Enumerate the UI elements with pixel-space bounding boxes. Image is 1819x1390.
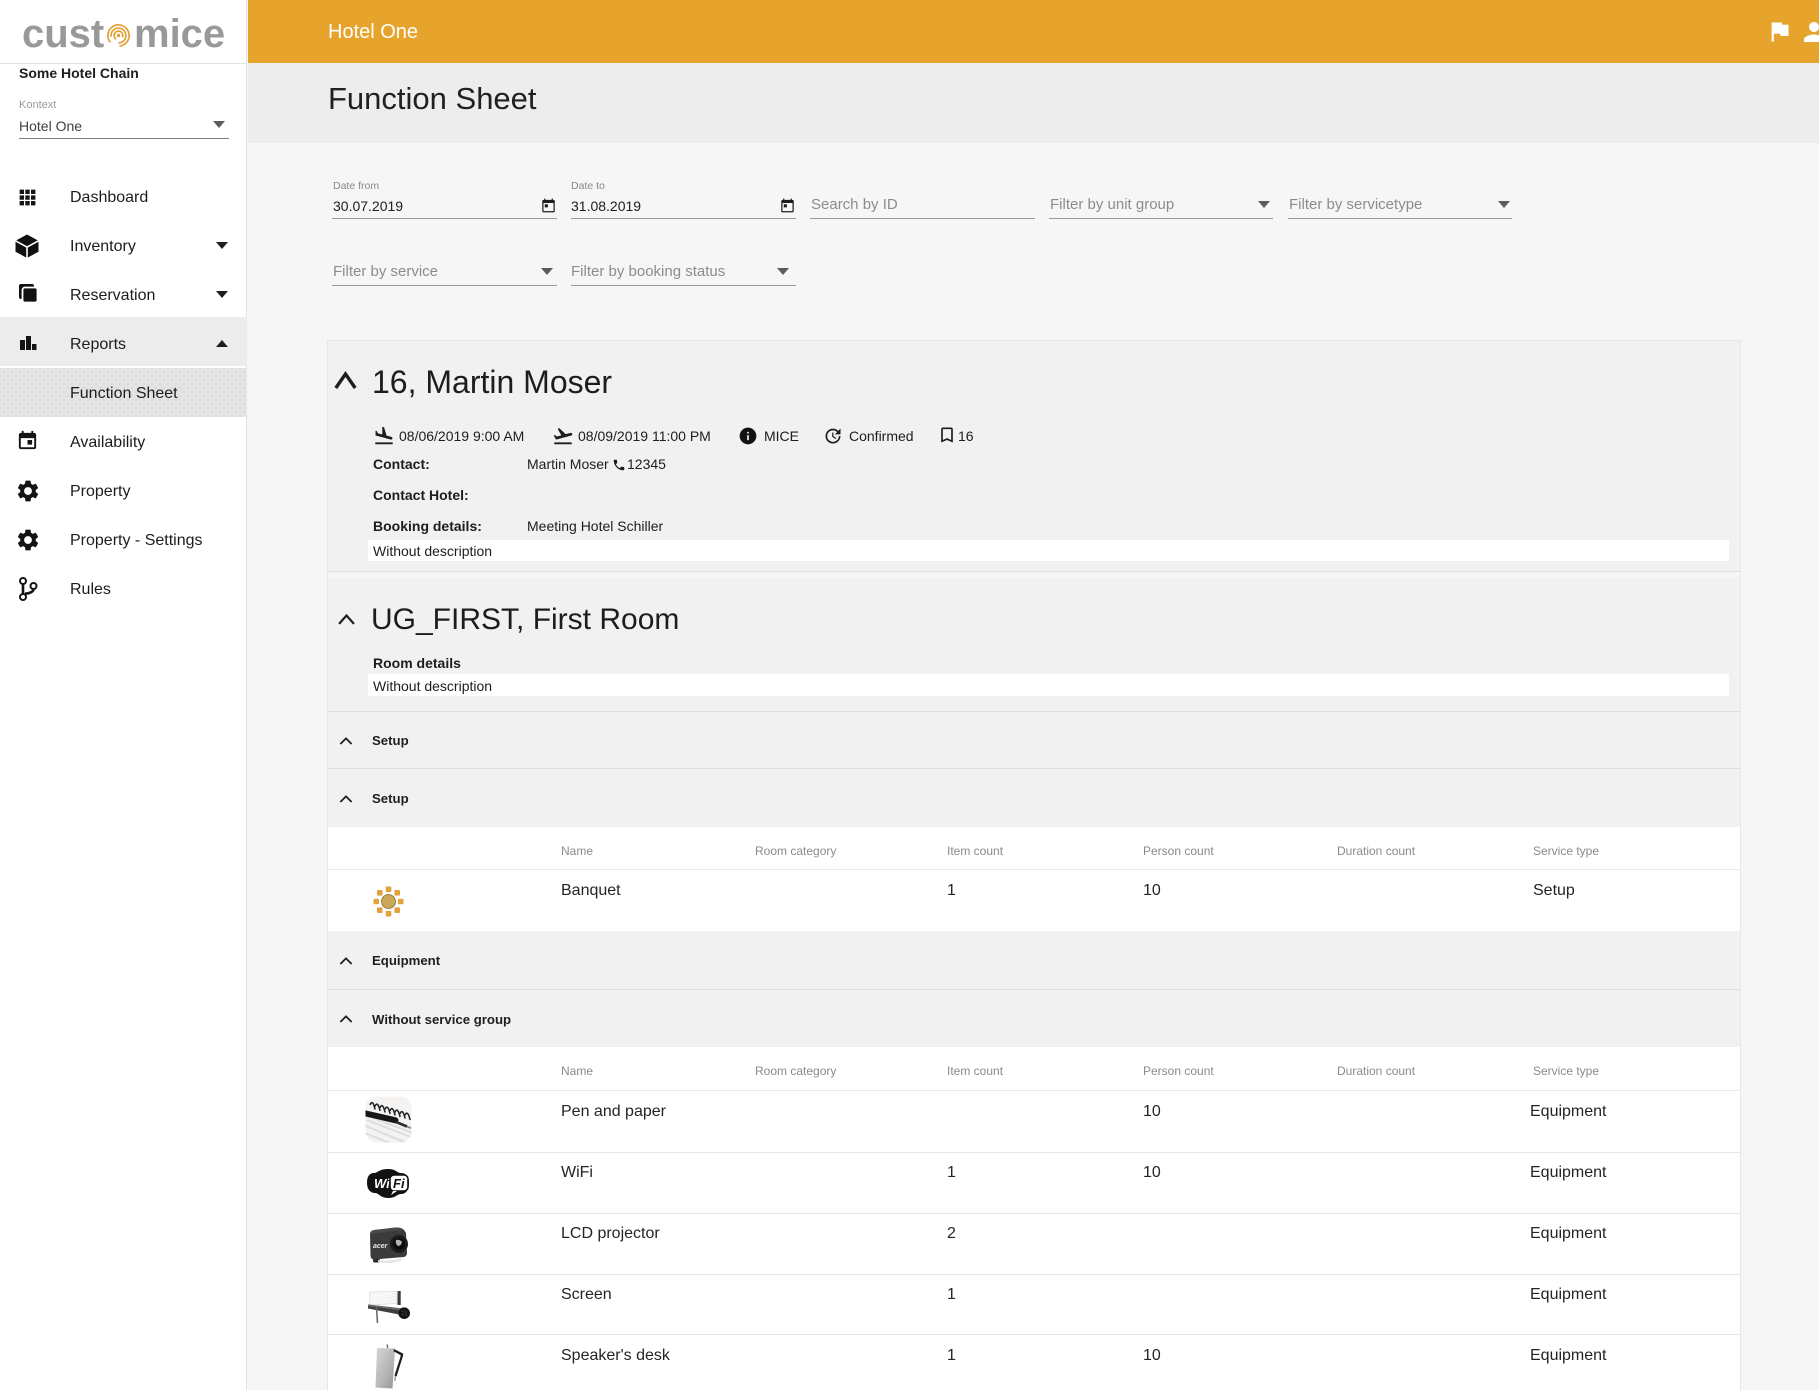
svg-text:acer: acer	[373, 1243, 389, 1250]
svg-text:Fi: Fi	[393, 1176, 405, 1191]
svg-text:Wi: Wi	[374, 1176, 390, 1191]
